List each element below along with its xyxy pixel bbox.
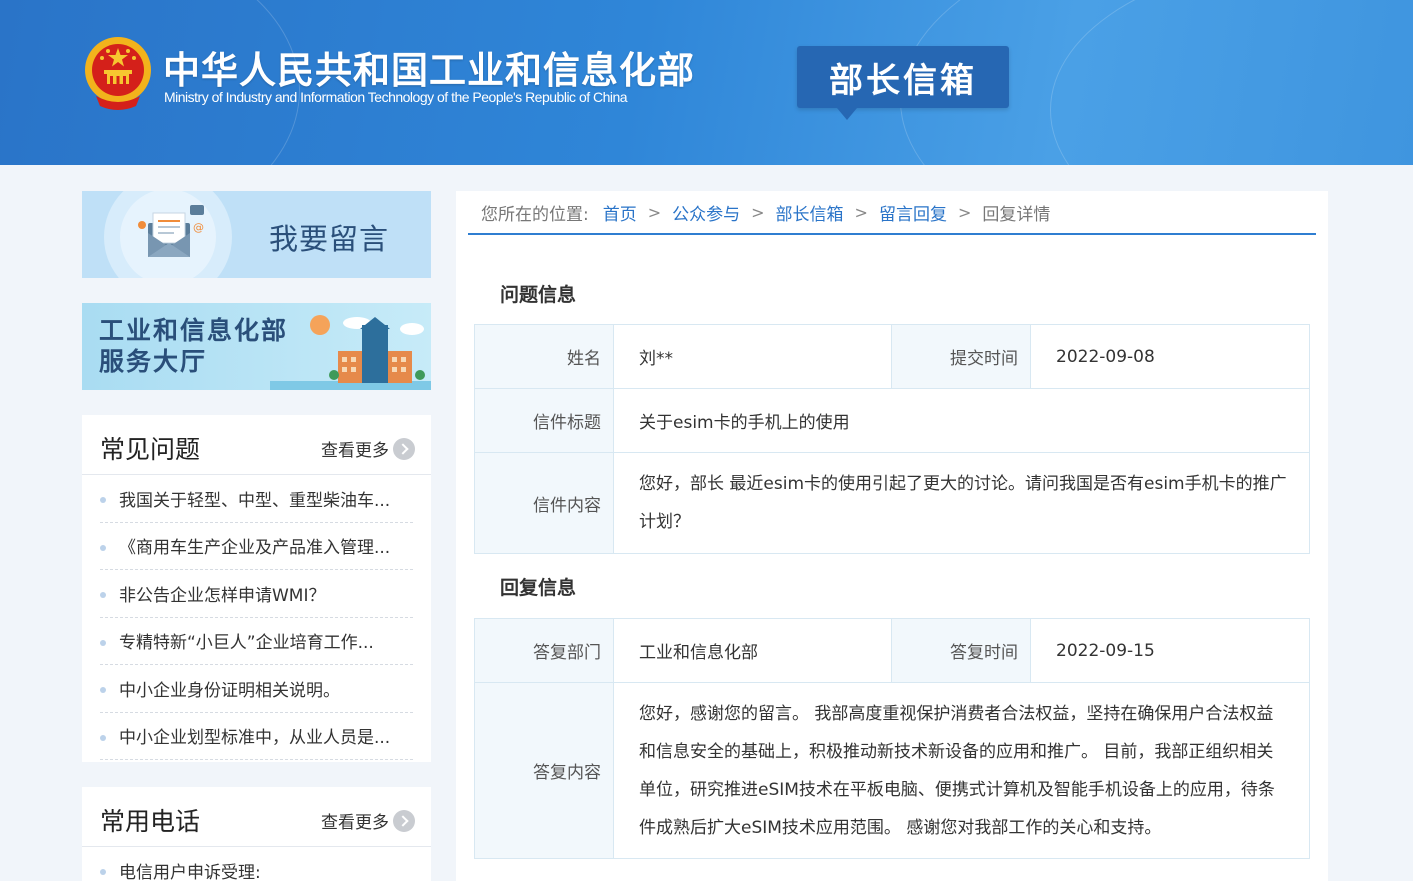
building-illustration-icon [270,315,431,390]
reply-row-content: 答复内容 您好，感谢您的留言。 我部高度重视保护消费者合法权益，坚持在确保用户合… [474,682,1310,859]
service-hall-line1: 工业和信息化部 [99,316,289,345]
main-content: 您所在的位置: 首页 > 公众参与 > 部长信箱 > 留言回复 > 回复详情 问… [456,191,1328,881]
breadcrumb-link-public[interactable]: 公众参与 [672,200,740,225]
faq-more-label: 查看更多 [321,441,389,461]
leave-message-banner[interactable]: @ 我要留言 [82,191,431,278]
breadcrumb-link-mailbox[interactable]: 部长信箱 [776,200,844,225]
phone-title: 常用电话 [100,807,201,836]
breadcrumb-separator-icon: > [957,202,972,222]
service-hall-line2: 服务大厅 [99,347,208,376]
ministry-name-en: Ministry of Industry and Information Tec… [164,89,628,105]
service-hall-banner[interactable]: 工业和信息化部 服务大厅 [82,303,431,390]
breadcrumb: 您所在的位置: 首页 > 公众参与 > 部长信箱 > 留言回复 > 回复详情 [468,191,1316,235]
content-value: 您好，部长 最近esim卡的使用引起了更大的讨论。请问我国是否有esim手机卡的… [613,452,1310,554]
minister-mailbox-label: 部长信箱 [829,60,977,101]
question-row-name: 姓名 刘** 提交时间 2022-09-08 [474,324,1310,389]
faq-more-link[interactable]: 查看更多 [321,436,415,461]
reply-content-value: 您好，感谢您的留言。 我部高度重视保护消费者合法权益，坚持在确保用户合法权益和信… [613,682,1310,859]
reply-table: 答复部门 工业和信息化部 答复时间 2022-09-15 答复内容 您好，感谢您… [474,618,1310,859]
phone-item[interactable]: 电信用户申诉受理: [82,847,431,881]
decor-wave [1050,0,1413,165]
question-row-subject: 信件标题 关于esim卡的手机上的使用 [474,388,1310,453]
content-label: 信件内容 [474,452,614,554]
chevron-right-icon [393,809,415,832]
faq-item[interactable]: 非公告企业怎样申请WMI？ [100,570,413,618]
faq-item[interactable]: 《商用车生产企业及产品准入管理... [100,523,413,570]
national-emblem-icon [85,37,151,110]
reply-content-label: 答复内容 [474,682,614,859]
site-header: 中华人民共和国工业和信息化部 Ministry of Industry and … [0,0,1413,165]
breadcrumb-link-replies[interactable]: 留言回复 [879,200,947,225]
subject-value: 关于esim卡的手机上的使用 [613,388,1310,453]
breadcrumb-link-home[interactable]: 首页 [603,200,637,225]
reply-time-label: 答复时间 [891,618,1031,683]
submit-time-label: 提交时间 [891,324,1031,389]
envelope-icon: @ [138,205,204,257]
name-label: 姓名 [474,324,614,389]
chevron-right-icon [393,437,415,460]
breadcrumb-current: 回复详情 [982,204,1051,225]
breadcrumb-prefix: 您所在的位置: [481,204,589,225]
phone-more-label: 查看更多 [321,813,389,833]
faq-item[interactable]: 中小企业划型标准中，从业人员是... [100,713,413,760]
reply-time-value: 2022-09-15 [1030,618,1310,683]
ministry-name-cn: 中华人民共和国工业和信息化部 [163,49,695,92]
service-hall-label: 工业和信息化部 服务大厅 [99,315,288,377]
faq-item[interactable]: 我国关于轻型、中型、重型柴油车... [100,475,413,523]
question-section-title: 问题信息 [500,284,577,306]
dept-label: 答复部门 [474,618,614,683]
dept-value: 工业和信息化部 [613,618,892,683]
faq-panel: 常见问题 查看更多 我国关于轻型、中型、重型柴油车... 《商用车生产企业及产品… [82,415,431,762]
faq-item[interactable]: 专精特新“小巨人”企业培育工作... [100,618,413,665]
leave-message-label: 我要留言 [269,222,390,256]
phone-panel: 常用电话 查看更多 电信用户申诉受理: [82,787,431,881]
reply-row-dept: 答复部门 工业和信息化部 答复时间 2022-09-15 [474,618,1310,683]
minister-mailbox-badge: 部长信箱 [797,46,1009,120]
breadcrumb-separator-icon: > [647,202,662,222]
faq-panel-header: 常见问题 查看更多 [82,415,431,475]
breadcrumb-separator-icon: > [751,202,765,222]
question-row-content: 信件内容 您好，部长 最近esim卡的使用引起了更大的讨论。请问我国是否有esi… [474,452,1310,554]
question-table: 姓名 刘** 提交时间 2022-09-08 信件标题 关于esim卡的手机上的… [474,324,1310,554]
name-value: 刘** [613,324,892,389]
reply-section-title: 回复信息 [500,577,577,599]
phone-more-link[interactable]: 查看更多 [321,808,415,833]
phone-panel-header: 常用电话 查看更多 [82,787,431,847]
faq-item[interactable]: 中小企业身份证明相关说明。 [100,665,413,713]
breadcrumb-separator-icon: > [854,202,868,222]
submit-time-value: 2022-09-08 [1030,324,1310,389]
faq-list: 我国关于轻型、中型、重型柴油车... 《商用车生产企业及产品准入管理... 非公… [82,475,431,760]
subject-label: 信件标题 [474,388,614,453]
faq-title: 常见问题 [100,435,201,464]
svg-text:@: @ [193,221,204,234]
